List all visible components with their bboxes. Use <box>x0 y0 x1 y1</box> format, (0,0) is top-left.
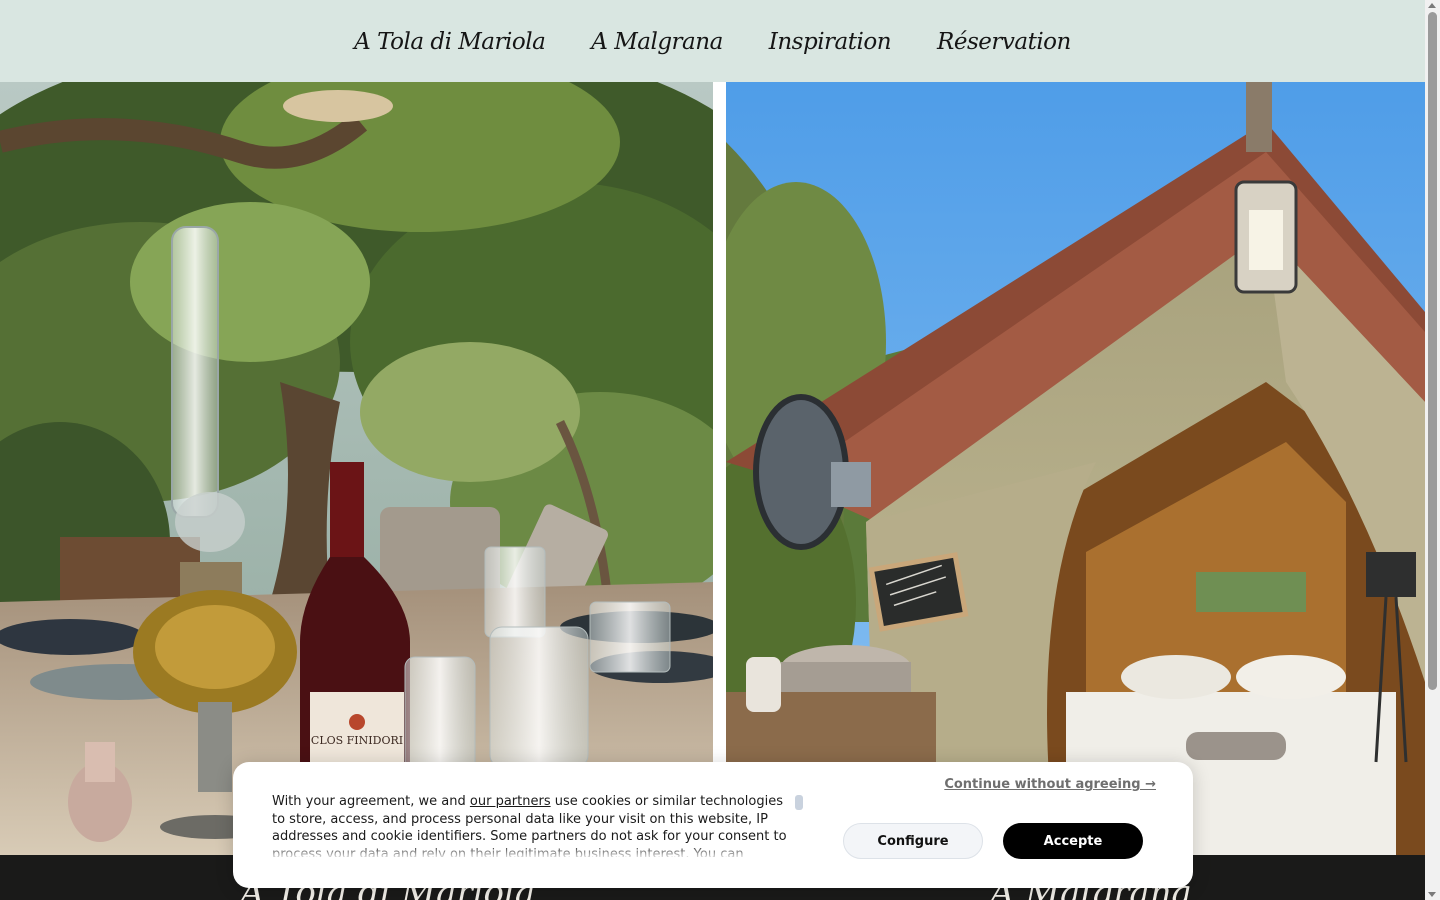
configure-button[interactable]: Configure <box>843 823 983 859</box>
consent-text-scroll-thumb[interactable] <box>795 795 803 810</box>
scrollbar-thumb[interactable] <box>1428 12 1437 690</box>
bottle-label: CLOS FINIDORI <box>311 734 403 747</box>
nav-link-a-malgrana[interactable]: A Malgrana <box>591 27 723 55</box>
accept-button[interactable]: Accepte <box>1003 823 1143 859</box>
page-scrollbar[interactable] <box>1425 0 1440 900</box>
cookie-consent-banner: Continue without agreeing → With your ag… <box>233 762 1193 888</box>
scroll-down-arrow-icon[interactable] <box>1428 892 1436 897</box>
nav-link-reservation[interactable]: Réservation <box>937 27 1071 55</box>
nav-link-a-tola-di-mariola[interactable]: A Tola di Mariola <box>354 27 546 55</box>
consent-text-fade <box>272 844 802 860</box>
photo-glamping-tent[interactable] <box>726 82 1425 855</box>
consent-text-start: With your agreement, we and <box>272 794 470 809</box>
top-navigation: A Tola di Mariola A Malgrana Inspiration… <box>0 0 1425 82</box>
scroll-up-arrow-icon[interactable] <box>1428 3 1436 8</box>
continue-without-agreeing-link[interactable]: Continue without agreeing → <box>944 777 1156 792</box>
photo-table-under-tree[interactable]: CLOS FINIDORI <box>0 82 713 855</box>
our-partners-link[interactable]: our partners <box>470 794 551 809</box>
nav-link-inspiration[interactable]: Inspiration <box>769 27 892 55</box>
